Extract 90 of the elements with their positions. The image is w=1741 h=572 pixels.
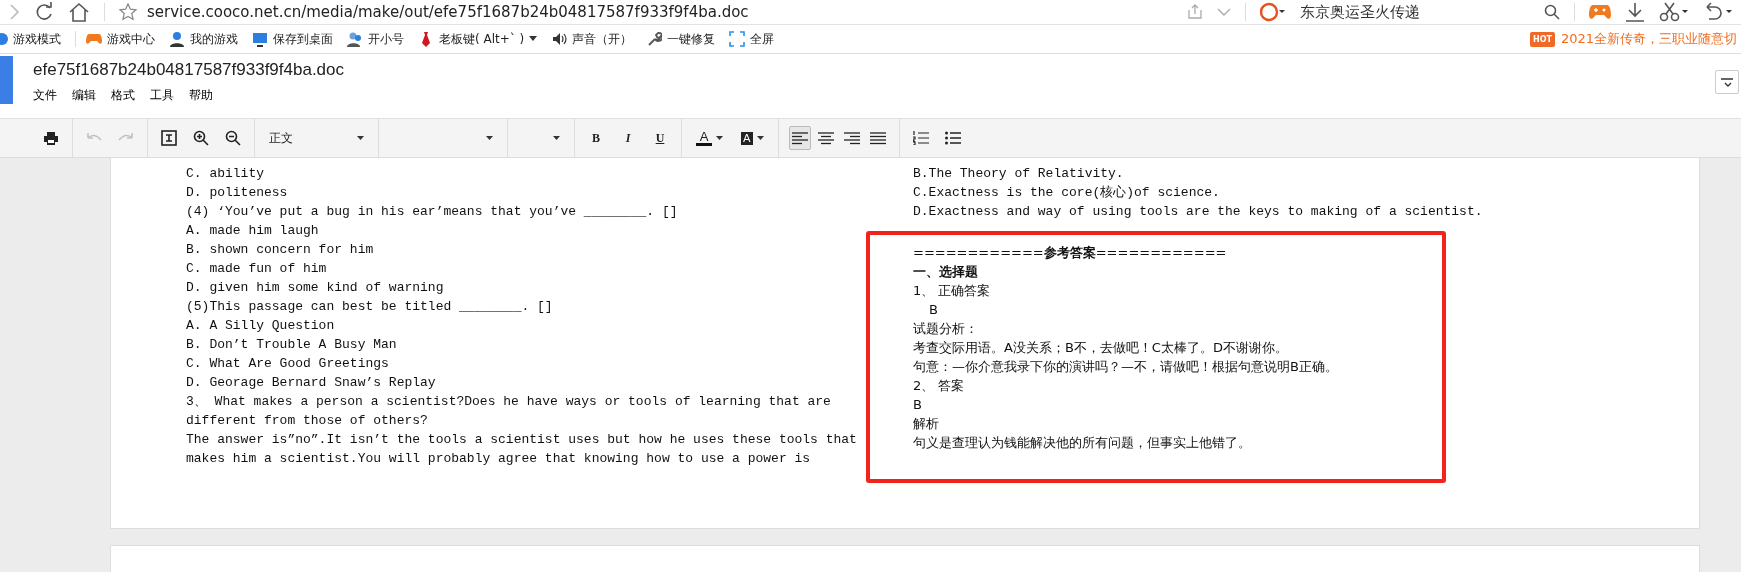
menu-item[interactable]: 编辑 — [72, 87, 96, 104]
caret-icon — [756, 136, 764, 140]
speaker-icon — [551, 31, 568, 47]
answer-text-line: 试题分析： — [913, 320, 979, 338]
document-text-line: C. ability — [186, 165, 265, 183]
bookmark-item[interactable]: 声音（开） — [551, 30, 633, 48]
answer-text-line: 句义是查理认为钱能解决他的所有问题，但事实上他错了。 — [913, 434, 1252, 452]
home-icon[interactable] — [68, 2, 90, 22]
zoom-out-icon — [225, 130, 241, 146]
gamepad-icon — [86, 31, 102, 47]
collapse-button[interactable] — [1715, 70, 1739, 94]
font-color-button[interactable]: A — [692, 126, 727, 150]
bold-button[interactable]: B — [585, 126, 607, 150]
menu-item[interactable]: 工具 — [150, 87, 174, 104]
zoom-in-icon — [193, 130, 209, 146]
align-right-icon — [843, 131, 860, 145]
answer-text-line: 1、 正确答案 — [913, 282, 992, 300]
search-icon[interactable] — [1544, 4, 1560, 20]
caret-icon — [357, 136, 364, 140]
answer-text-line: 考查交际用语。A没关系；B不，去做吧！C太棒了。D不谢谢你。 — [913, 339, 1289, 357]
undo-icon[interactable] — [1703, 2, 1733, 22]
star-icon[interactable] — [119, 3, 137, 21]
search-field[interactable]: 东京奥运圣火传递 — [1300, 2, 1530, 22]
gamepad-icon[interactable] — [1589, 3, 1611, 21]
underline-button[interactable]: U — [649, 126, 671, 150]
app-logo — [0, 56, 13, 104]
fit-page-icon — [160, 129, 178, 147]
bookmark-item[interactable]: 一键修复 — [646, 30, 716, 48]
section-heading: 一、选择题 — [913, 263, 979, 281]
download-icon[interactable] — [1625, 2, 1645, 22]
answer-text-line: B — [913, 396, 923, 414]
numbered-list-icon — [912, 131, 929, 145]
document-text-line: (4) ‘You’ve put a bug in his ear’means that you’ve ________. [] — [186, 203, 679, 221]
address-bar[interactable]: service.cooco.net.cn/media/make/out/efe75f1687b24b04817587f933f9f4ba.doc — [147, 3, 749, 21]
collapse-icon — [1721, 77, 1733, 87]
align-left-icon — [791, 131, 808, 145]
printer-icon — [44, 131, 58, 145]
bookmark-item[interactable]: 游戏中心 — [86, 30, 155, 48]
document-text-line: (5)This passage can best be titled ________. [] — [186, 298, 554, 316]
document-text-line: D. Georage Bernard Snaw’s Replay — [186, 374, 437, 392]
caret-icon — [529, 36, 538, 42]
answer-text-line: 句意：—你介意我录下你的演讲吗？—不，请做吧！根据句意说明B正确。 — [913, 358, 1339, 376]
bookmark-item[interactable]: 全屏 — [729, 30, 775, 48]
document-text-line: makes him a scientist.You will probably agree that knowing how to use a power is — [186, 450, 812, 468]
menu-item[interactable]: 帮助 — [189, 87, 213, 104]
caret-icon — [553, 136, 560, 140]
bookmark-item[interactable]: 开小号 — [347, 30, 404, 48]
document-text-line: different from those of others? — [186, 412, 429, 430]
align-justify-icon — [869, 131, 886, 145]
fullscreen-icon — [729, 31, 746, 47]
document-text-line: A. A Silly Question — [186, 317, 336, 335]
document-text-line: D. given him some kind of warning — [186, 279, 445, 297]
people-icon — [347, 31, 363, 47]
italic-button[interactable]: I — [617, 126, 639, 150]
document-text-line: D. politeness — [186, 184, 289, 202]
align-center-icon — [817, 131, 834, 145]
document-text-line: D.Exactness and way of using tools are the keys to making of a scientist. — [912, 203, 1484, 221]
document-text-line: B. Don’t Trouble A Busy Man — [186, 336, 398, 354]
hot-badge: HOT — [1529, 31, 1555, 47]
align-left-button[interactable] — [788, 126, 811, 150]
person-icon — [169, 31, 185, 47]
bookmark-item[interactable]: 游戏模式 — [0, 30, 61, 48]
document-text-line: B. shown concern for him — [186, 241, 375, 259]
menu-item[interactable]: 格式 — [111, 87, 135, 104]
wrench-icon — [646, 31, 663, 47]
bookmark-item[interactable]: 保存到桌面 — [252, 30, 333, 48]
bookmark-item[interactable]: 我的游戏 — [169, 30, 238, 48]
document-text-line: The answer is”no”.It isn’t the tools a scientist uses but how he uses these tools that — [186, 431, 858, 449]
answer-text-line: B — [928, 301, 939, 319]
answer-heading: ============参考答案============ — [913, 244, 1228, 262]
bullet-list-icon — [944, 131, 961, 145]
answer-text-line: 2、 答案 — [913, 377, 966, 395]
document-text-line: B.The Theory of Relativity. — [912, 165, 1125, 183]
menu-item[interactable]: 文件 — [33, 87, 57, 104]
monitor-icon — [252, 31, 268, 47]
scissors-icon[interactable] — [1659, 2, 1689, 22]
answer-text-line: 解析 — [913, 415, 940, 433]
reload-icon[interactable] — [34, 2, 54, 22]
bookmark-item[interactable]: 老板键( Alt+` ) — [418, 30, 538, 48]
document-text-line: A. made him laugh — [186, 222, 320, 240]
caret-icon — [716, 136, 723, 140]
search-engine-icon[interactable] — [1260, 2, 1286, 22]
style-select[interactable]: 正文 — [265, 126, 368, 150]
document-text-line: 3、 What makes a person a scientist?Does he have ways or tools of learning that are — [186, 393, 832, 411]
caret-icon — [486, 136, 493, 140]
document-title: efe75f1687b24b04817587f933f9f4ba.doc — [33, 60, 345, 80]
highlight-button[interactable]: A — [737, 126, 768, 150]
document-text-line: C.Exactness is the core(核心)of science. — [912, 184, 1221, 202]
document-text-line: C. made fun of him — [186, 260, 328, 278]
document-text-line: C. What Are Good Greetings — [186, 355, 390, 373]
